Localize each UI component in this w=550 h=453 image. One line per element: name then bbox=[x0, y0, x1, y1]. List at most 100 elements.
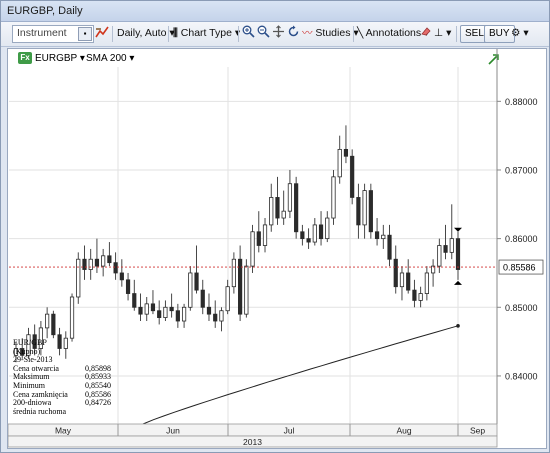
candle bbox=[318, 211, 324, 246]
settings-dropdown[interactable]: ⚙ ▾ bbox=[511, 25, 529, 42]
x-month-label: Jun bbox=[166, 426, 180, 436]
candle-body bbox=[200, 289, 205, 308]
candle-body bbox=[343, 148, 349, 157]
candle-body bbox=[368, 190, 373, 233]
pan-icon[interactable] bbox=[272, 25, 285, 42]
candle bbox=[206, 293, 212, 322]
period-label: Daily, Auto bbox=[117, 27, 167, 39]
candle bbox=[169, 293, 174, 318]
candle bbox=[138, 293, 143, 322]
instrument-picker-icon[interactable]: ▪ bbox=[78, 27, 92, 41]
chart-type-dropdown[interactable]: ⫼ Chart Type ▾ bbox=[173, 25, 240, 42]
auto-scale-icon[interactable] bbox=[95, 25, 109, 42]
instrument-input[interactable]: Instrument ▪ bbox=[12, 25, 94, 43]
candle bbox=[275, 176, 280, 225]
toolbar-separator bbox=[168, 26, 169, 42]
candle bbox=[356, 183, 361, 239]
info-box: EUR/GBP (Kupno) 29-Sie-2013 Cena otwarci… bbox=[13, 338, 113, 416]
candle-body bbox=[107, 255, 112, 264]
candle-body bbox=[300, 231, 305, 240]
candle bbox=[101, 248, 106, 277]
eraser-icon[interactable] bbox=[420, 25, 432, 42]
candle-body bbox=[350, 155, 355, 198]
candle-body bbox=[119, 272, 124, 281]
candle-body bbox=[125, 279, 131, 294]
candle bbox=[443, 224, 448, 260]
candle bbox=[387, 224, 392, 267]
candle bbox=[368, 183, 373, 239]
sma-200-path bbox=[142, 325, 459, 425]
candle-body bbox=[325, 217, 330, 240]
candle-body bbox=[213, 313, 218, 322]
candle bbox=[94, 238, 100, 273]
candle-body bbox=[157, 310, 162, 318]
candle-body bbox=[281, 210, 286, 219]
candle bbox=[294, 176, 299, 239]
chart-area[interactable]: Fx EURGBP ▾ SMA 200 ▾ 0.88000 0.87000 0.86… bbox=[7, 48, 547, 449]
candle bbox=[281, 190, 286, 225]
candle-body bbox=[169, 306, 174, 312]
candle bbox=[82, 245, 87, 280]
candle-body bbox=[374, 231, 380, 240]
buy-button[interactable]: BUY bbox=[484, 25, 515, 43]
candle bbox=[337, 135, 342, 184]
candle bbox=[381, 224, 386, 249]
candle-body bbox=[275, 197, 280, 219]
candle bbox=[219, 307, 224, 332]
candle bbox=[350, 149, 355, 205]
candle-body bbox=[412, 289, 417, 301]
candle-body bbox=[188, 272, 193, 308]
candle bbox=[455, 231, 461, 280]
window-title: EURGBP, Daily bbox=[7, 5, 83, 17]
candle-body bbox=[306, 238, 311, 243]
candle bbox=[250, 224, 255, 273]
candle bbox=[306, 228, 311, 249]
candle-body bbox=[318, 224, 324, 240]
candle-body bbox=[437, 245, 442, 267]
period-dropdown[interactable]: Daily, Auto ▾ bbox=[117, 25, 175, 42]
candle bbox=[45, 307, 50, 339]
window-titlebar: EURGBP, Daily bbox=[1, 1, 549, 22]
candle bbox=[213, 300, 218, 328]
zoom-in-icon[interactable] bbox=[242, 25, 255, 42]
candle-body bbox=[269, 197, 274, 226]
instrument-placeholder: Instrument bbox=[17, 27, 67, 39]
studies-dropdown[interactable]: 〰 Studies ▾ bbox=[302, 25, 359, 42]
y-tick-label: 0.87000 bbox=[505, 165, 538, 175]
toolbar-separator bbox=[353, 26, 354, 42]
x-month-label: May bbox=[55, 426, 72, 436]
month-band bbox=[8, 423, 498, 437]
candle bbox=[312, 218, 317, 246]
candle bbox=[362, 183, 367, 239]
candle-body bbox=[231, 258, 236, 288]
candle bbox=[269, 183, 274, 232]
candle bbox=[424, 266, 429, 301]
crosshair-dropdown[interactable]: ⊥ ▾ bbox=[434, 25, 451, 42]
y-tick-label: 0.85000 bbox=[505, 303, 538, 313]
candle bbox=[343, 125, 349, 164]
low-marker bbox=[454, 280, 462, 285]
candle-body bbox=[424, 272, 429, 294]
high-marker bbox=[454, 227, 462, 232]
gear-icon: ⚙ bbox=[511, 27, 521, 39]
candle bbox=[144, 296, 149, 322]
candle-body bbox=[163, 306, 168, 318]
candle bbox=[76, 252, 81, 304]
x-month-label: Jul bbox=[284, 426, 295, 436]
candle-body bbox=[45, 313, 50, 329]
candle-body bbox=[393, 258, 398, 288]
candle-body bbox=[144, 303, 149, 315]
candle bbox=[107, 242, 112, 267]
candle-body bbox=[294, 183, 299, 233]
candle-body bbox=[244, 265, 249, 315]
candle bbox=[437, 238, 442, 273]
candle-body bbox=[387, 234, 392, 260]
candle-body bbox=[88, 258, 93, 270]
refresh-icon[interactable] bbox=[287, 25, 300, 42]
candle-body bbox=[82, 258, 87, 270]
candle bbox=[287, 169, 293, 219]
annotations-dropdown[interactable]: ╲ Annotations ▾ bbox=[357, 25, 429, 42]
candle-body bbox=[132, 293, 137, 308]
candle bbox=[300, 224, 305, 246]
zoom-out-icon[interactable] bbox=[257, 25, 270, 42]
